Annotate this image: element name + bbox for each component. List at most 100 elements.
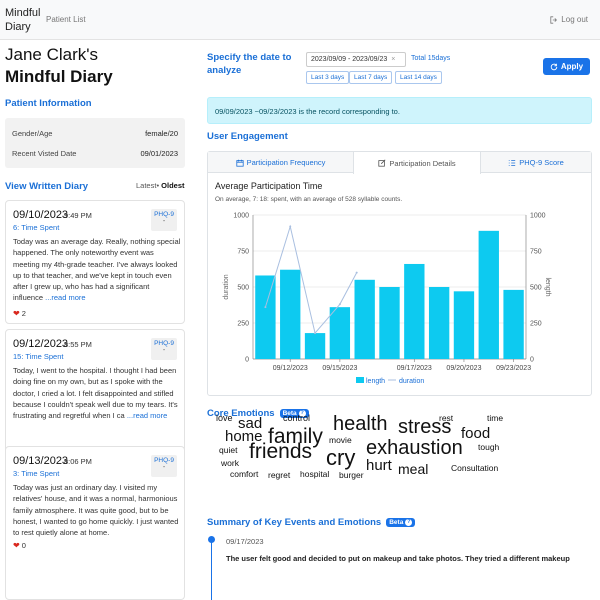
y-tick-label: 750	[237, 249, 249, 256]
diary-text: Today was just an ordinary day. I visite…	[13, 482, 181, 538]
patient-info-heading: Patient Information	[5, 98, 92, 109]
word-cloud-word: hurt	[366, 457, 392, 474]
apply-button[interactable]: Apply	[543, 58, 590, 75]
y2-tick-label: 750	[530, 249, 542, 256]
like-count[interactable]: ❤ 2	[13, 309, 26, 318]
x-tick-label: 09/20/2023	[446, 365, 481, 372]
quick-last-14-days[interactable]: Last 14 days	[395, 71, 442, 84]
apply-label: Apply	[560, 62, 584, 71]
date-range-heading: Specify the date to analyze	[207, 51, 291, 77]
y2-tick-label: 0	[530, 357, 534, 364]
recent-visit-value: 09/01/2023	[140, 149, 178, 158]
diary-excerpt: Today was an average day. Really, nothin…	[13, 237, 181, 303]
total-days: Total 15days	[411, 55, 451, 62]
diary-text: Today was an average day. Really, nothin…	[13, 236, 181, 304]
quick-last-3-days[interactable]: Last 3 days	[306, 71, 350, 84]
diary-card[interactable]: 09/13/2023 8:06 PM 3: Time Spent PHQ-9 -…	[5, 446, 185, 600]
date-range-alert: 09/09/2023 ~09/23/2023 is the record cor…	[207, 97, 592, 124]
chart-subtitle: On average, 7: 18: spent, with an averag…	[215, 196, 403, 203]
chart-title: Average Participation Time	[215, 181, 323, 191]
clear-date-icon[interactable]: ×	[391, 56, 395, 63]
diary-heading: View Written Diary	[5, 181, 89, 192]
sort-latest[interactable]: Latest	[136, 181, 156, 190]
word-cloud-word: movie	[329, 435, 352, 445]
word-cloud-word: cry	[326, 445, 356, 470]
word-cloud-word: work	[221, 458, 239, 468]
page-title: Mindful Diary	[5, 67, 113, 86]
legend-swatch-length	[356, 377, 364, 383]
diary-time-spent: 15: Time Spent	[13, 352, 64, 361]
logout-icon	[550, 15, 558, 24]
nav-patient-list[interactable]: Patient List	[46, 15, 86, 24]
x-tick-label: 09/23/2023	[496, 365, 531, 372]
gender-age-value: female/20	[145, 129, 178, 138]
duration-point	[355, 271, 358, 274]
diary-date: 09/12/2023	[13, 338, 69, 350]
legend-label-duration: duration	[399, 378, 424, 385]
y2-tick-label: 1000	[530, 213, 546, 220]
word-cloud-word: hospital	[300, 469, 330, 479]
engagement-panel: Participation Frequency Participation De…	[207, 151, 592, 396]
timeline-date: 09/17/2023	[226, 537, 264, 546]
timeline-line	[211, 540, 212, 600]
recent-visit-row: Recent Visted Date 09/01/2023	[12, 149, 178, 158]
engagement-tabs: Participation Frequency Participation De…	[208, 152, 591, 174]
quick-last-7-days[interactable]: Last 7 days	[349, 71, 393, 84]
date-range-input[interactable]: 2023/09/09 - 2023/09/23 ×	[306, 52, 406, 67]
tab-label: Participation Details	[389, 158, 456, 168]
diary-time-spent: 3: Time Spent	[13, 469, 60, 478]
brand-logo[interactable]: Mindful Diary	[5, 6, 40, 34]
word-cloud-word: love	[216, 413, 233, 423]
date-range-value: 2023/09/09 - 2023/09/23	[311, 56, 388, 63]
phq-label: PHQ-9	[154, 211, 174, 218]
sort-oldest[interactable]: Oldest	[161, 181, 184, 190]
date-range-heading-line2: analyze	[207, 65, 242, 76]
beta-label: Beta	[389, 519, 404, 526]
diary-date: 09/13/2023	[13, 455, 69, 467]
left-column: Jane Clark's Mindful Diary Patient Infor…	[0, 40, 195, 600]
beta-badge: Beta?	[386, 518, 416, 527]
diary-date: 09/10/2023	[13, 209, 69, 221]
bar	[503, 289, 524, 359]
word-cloud-word: control	[283, 413, 311, 423]
duration-point	[314, 332, 317, 335]
bar	[428, 287, 450, 359]
phq-value: -	[162, 464, 166, 471]
like-count[interactable]: ❤ 0	[13, 541, 26, 550]
tab-participation-details[interactable]: Participation Details	[353, 152, 481, 174]
logout-button[interactable]: Log out	[550, 15, 588, 24]
word-cloud-word: health	[333, 413, 388, 435]
refresh-icon	[550, 63, 558, 70]
word-cloud-word: regret	[268, 470, 291, 480]
y-tick-label: 1000	[233, 213, 249, 220]
bar	[478, 230, 499, 359]
word-cloud-word: meal	[398, 461, 429, 477]
bar	[329, 307, 351, 359]
sort-separator: •	[156, 181, 160, 190]
read-more-link[interactable]: ...read more	[125, 411, 167, 420]
page-title-owner: Jane Clark's	[5, 45, 99, 64]
top-navbar: Mindful Diary Patient List Log out	[0, 0, 600, 40]
diary-card[interactable]: 09/10/2023 9:49 PM 6: Time Spent PHQ-9 -…	[5, 200, 185, 324]
bar	[280, 269, 301, 359]
y2-axis-label: length	[544, 277, 551, 296]
read-more-link[interactable]: ...read more	[43, 293, 85, 302]
phq-badge: PHQ-9 -	[151, 455, 177, 477]
tab-phq9-score[interactable]: PHQ-9 Score	[481, 152, 591, 173]
word-cloud-word: quiet	[219, 445, 238, 455]
gender-age-label: Gender/Age	[12, 129, 53, 138]
diary-excerpt: Today was just an ordinary day. I visite…	[13, 483, 179, 538]
tab-participation-frequency[interactable]: Participation Frequency	[208, 152, 353, 173]
brand-line-2: Diary	[5, 21, 31, 33]
bar	[354, 279, 375, 359]
tab-label: PHQ-9 Score	[519, 158, 564, 167]
word-cloud-word: rest	[439, 413, 454, 423]
like-value: 2	[21, 309, 26, 318]
heart-icon: ❤	[13, 309, 20, 318]
diary-time: 9:49 PM	[64, 211, 92, 220]
brand-line-1: Mindful	[5, 7, 41, 19]
info-icon[interactable]: ?	[405, 519, 413, 526]
x-tick-label: 09/12/2023	[273, 365, 308, 372]
phq-value: -	[162, 218, 166, 225]
logout-label: Log out	[561, 15, 588, 24]
